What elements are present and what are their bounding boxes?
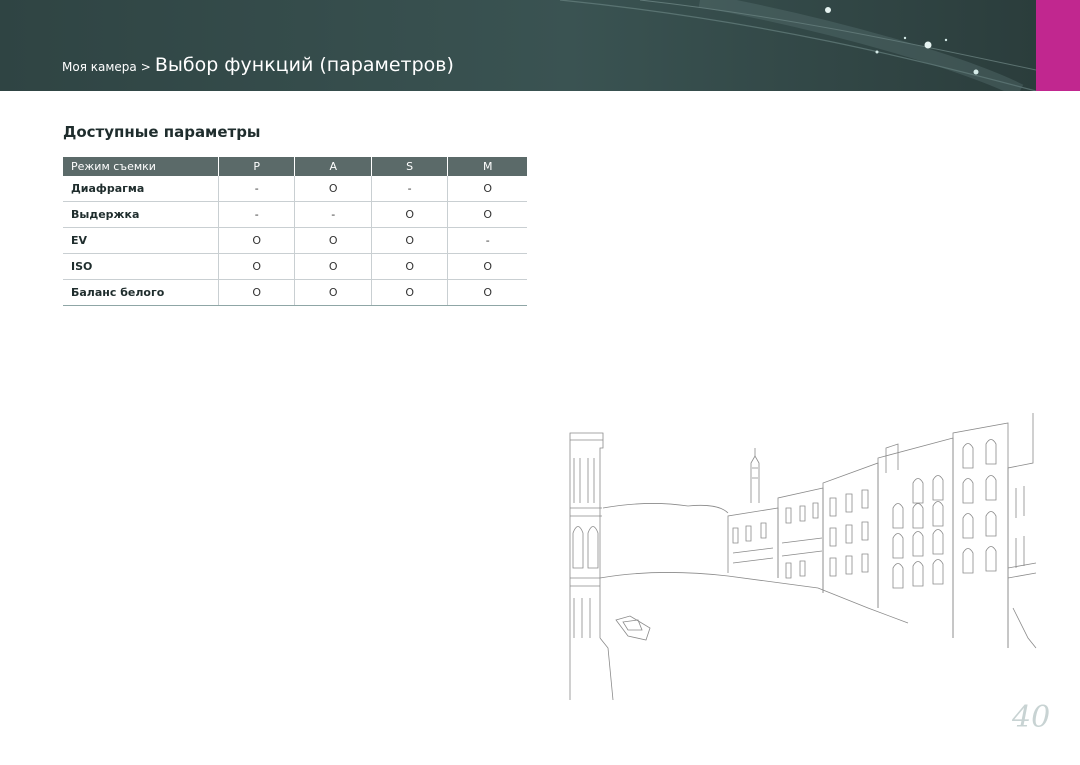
column-header-m: M [447,157,527,176]
table-cell: O [294,279,372,306]
table-cell: - [218,201,296,228]
chapter-tab [1036,0,1080,91]
table-cell: - [218,176,296,202]
parameters-table: Режим съемки P A S M Диафрагма - O - O В… [63,157,527,306]
table-cell: - [371,176,449,202]
table-cell: - [294,201,372,228]
table-cell: O [447,201,527,228]
table-cell: O [218,253,296,280]
table-cell: O [447,253,527,280]
table-row: ISO O O O O [63,253,527,280]
page-number: 40 [1012,700,1051,735]
table-cell: O [218,279,296,306]
table-cell: O [371,279,449,306]
table-row: EV O O O - [63,227,527,254]
header-banner [0,0,1036,91]
table-cell: O [218,227,296,254]
banner-light-arcs [559,0,1036,91]
row-label: ISO [63,253,219,280]
column-header-p: P [218,157,296,176]
column-header-mode: Режим съемки [63,157,219,176]
breadcrumb-separator: > [140,60,151,74]
table-cell: - [447,227,527,254]
city-canal-illustration [569,413,1037,701]
table-cell: O [447,176,527,202]
table-row: Баланс белого O O O O [63,279,527,306]
row-label: Баланс белого [63,279,219,306]
table-cell: O [371,201,449,228]
table-cell: O [447,279,527,306]
table-cell: O [371,227,449,254]
row-label: Диафрагма [63,176,219,202]
section-title: Доступные параметры [63,123,261,141]
table-cell: O [294,176,372,202]
breadcrumb-parent[interactable]: Моя камера [62,60,137,74]
table-cell: O [371,253,449,280]
table-cell: O [294,227,372,254]
breadcrumb: Моя камера > Выбор функций (параметров) [62,54,454,76]
table-row: Диафрагма - O - O [63,176,527,202]
page-title: Выбор функций (параметров) [154,54,454,76]
table-header-row: Режим съемки P A S M [63,157,527,176]
table-row: Выдержка - - O O [63,201,527,228]
row-label: EV [63,227,219,254]
row-label: Выдержка [63,201,219,228]
table-cell: O [294,253,372,280]
column-header-a: A [294,157,372,176]
column-header-s: S [371,157,449,176]
